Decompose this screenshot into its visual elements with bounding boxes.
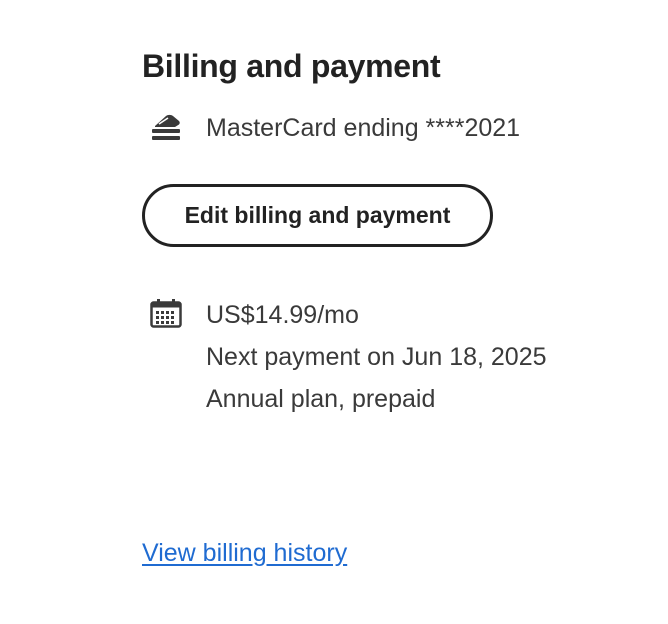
view-billing-history-link[interactable]: View billing history [142,539,347,568]
credit-card-icon [150,108,182,144]
plan-type: Annual plan, prepaid [206,385,436,413]
payment-method-text: MasterCard ending ****2021 [206,114,521,142]
next-payment-date: Next payment on Jun 18, 2025 [206,343,547,371]
edit-billing-button[interactable]: Edit billing and payment [142,184,493,247]
plan-price: US$14.99/mo [206,301,359,329]
payment-method-row [150,108,182,144]
calendar-icon [150,298,182,328]
section-title: Billing and payment [142,48,441,84]
